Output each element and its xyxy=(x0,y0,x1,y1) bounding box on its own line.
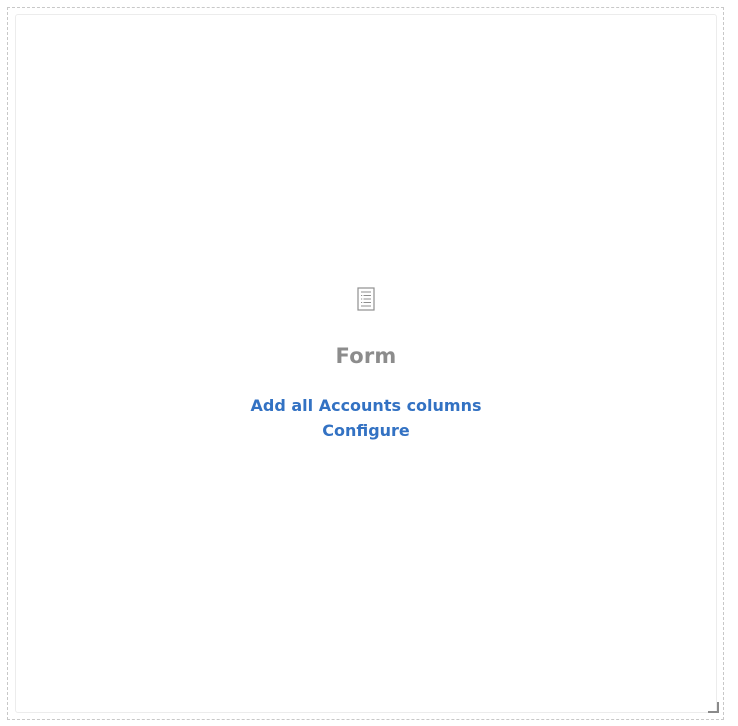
form-icon xyxy=(357,287,375,311)
add-all-columns-link[interactable]: Add all Accounts columns xyxy=(251,393,482,418)
widget-actions: Add all Accounts columns Configure xyxy=(251,393,482,443)
widget-title: Form xyxy=(335,344,397,368)
empty-form-placeholder: Form Add all Accounts columns Configure xyxy=(16,287,716,443)
form-widget-panel: Form Add all Accounts columns Configure xyxy=(15,14,717,713)
configure-link[interactable]: Configure xyxy=(322,418,410,443)
resize-handle-icon[interactable] xyxy=(708,702,719,713)
